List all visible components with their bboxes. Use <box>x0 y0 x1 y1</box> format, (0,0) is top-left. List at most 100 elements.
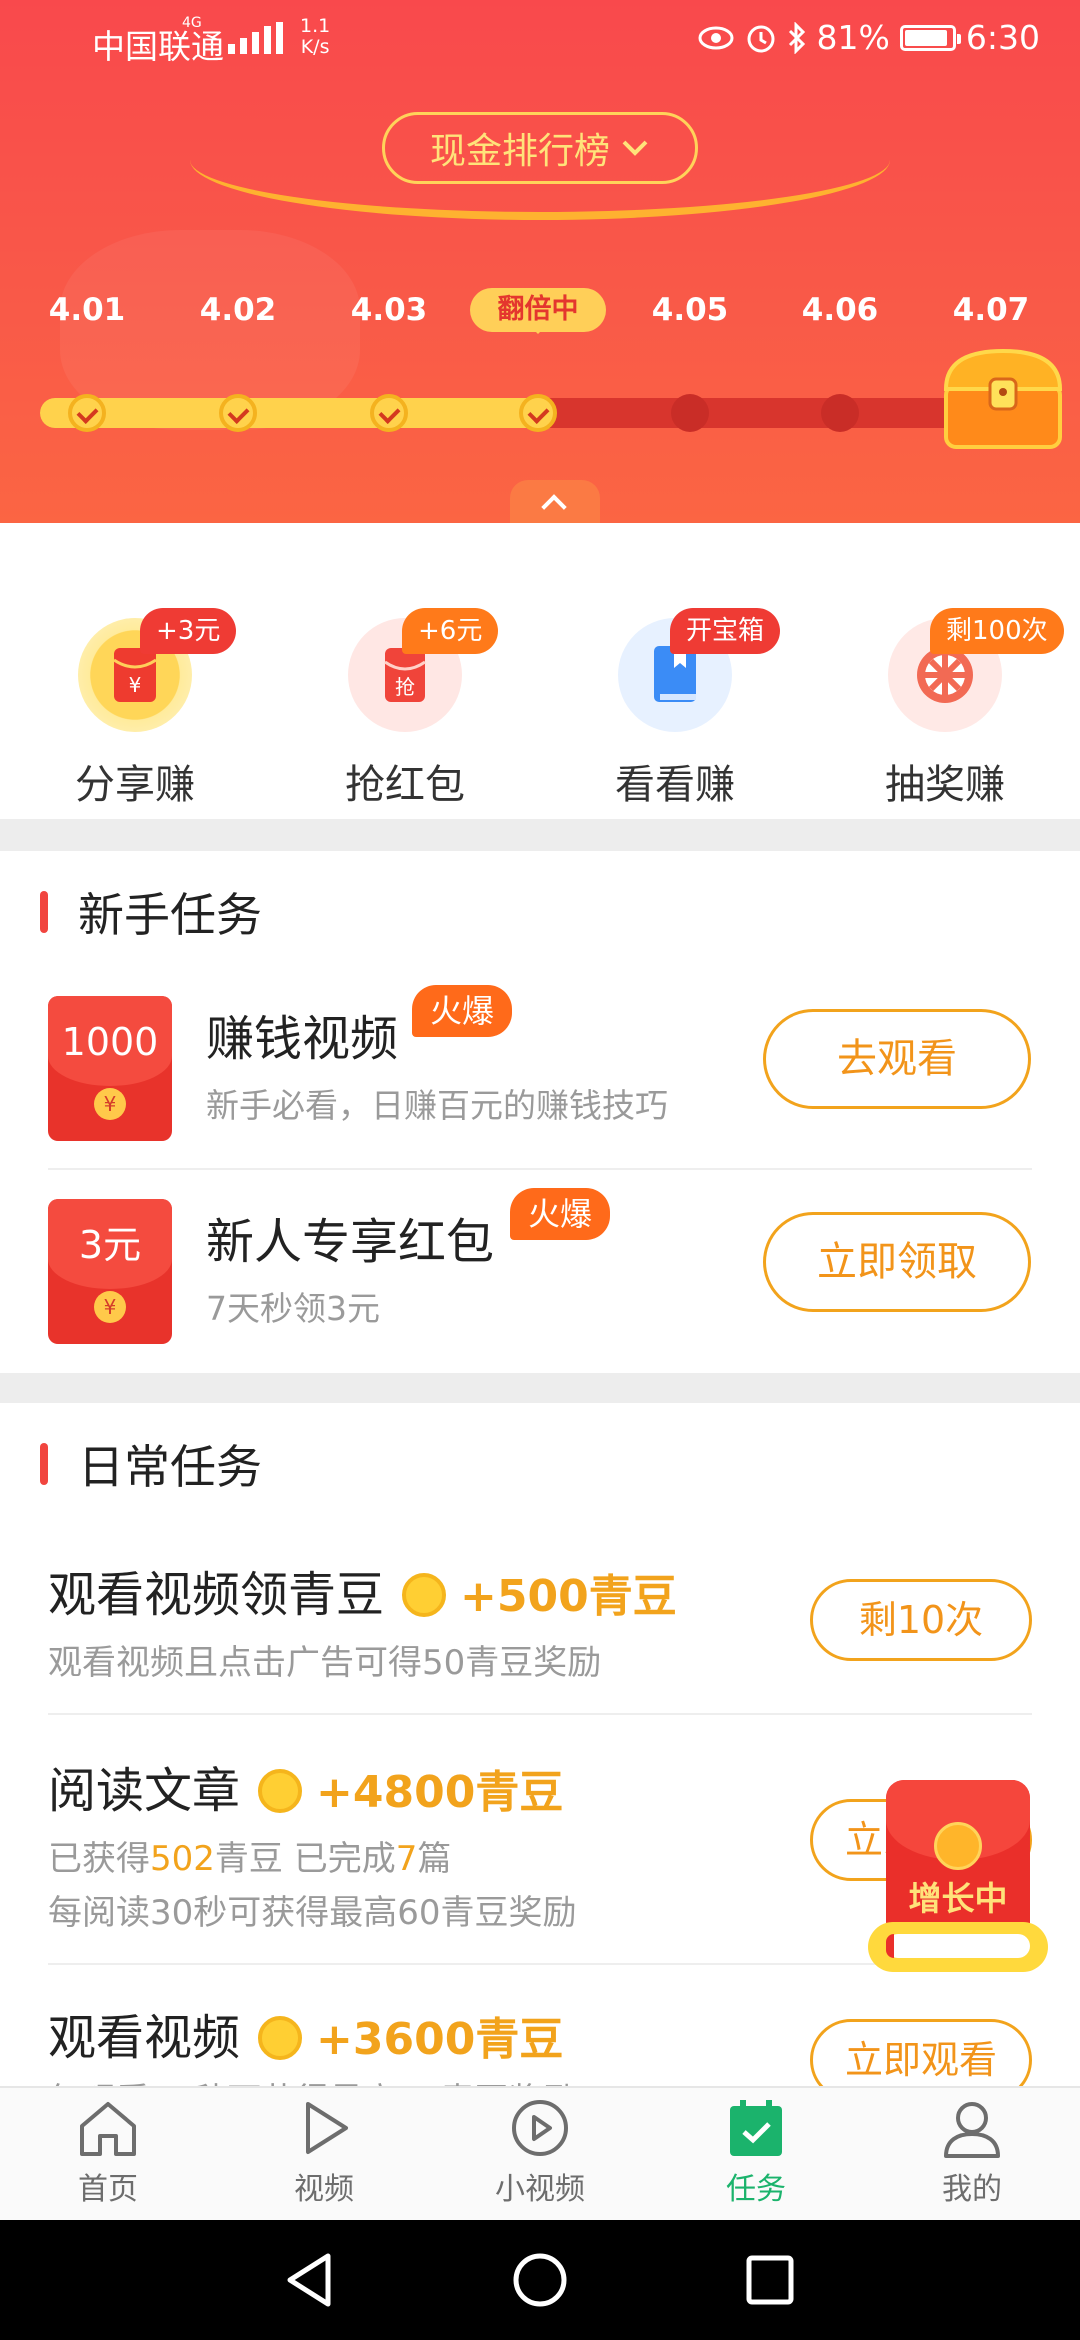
hot-tag: 火爆 <box>412 985 513 1037</box>
alarm-icon <box>747 25 775 52</box>
play-icon <box>306 2102 348 2154</box>
task-subtitle: 新手必看，日赚百元的赚钱技巧 <box>206 1086 668 1125</box>
system-navigation-bar <box>0 2220 1080 2340</box>
progress-node-done <box>519 394 557 432</box>
tab-label: 我的 <box>942 2172 1002 2207</box>
tab-home[interactable]: 首页 <box>0 2098 216 2208</box>
home-icon <box>80 2102 136 2156</box>
progress-node-done <box>68 394 106 432</box>
cash-ranking-label: 现金排行榜 <box>429 131 610 172</box>
divider <box>48 1168 1032 1170</box>
svg-text:抢: 抢 <box>395 675 415 699</box>
back-icon[interactable] <box>284 2252 334 2308</box>
speed-value: 1.1 <box>300 15 331 37</box>
tab-tasks[interactable]: 任务 <box>648 2098 864 2208</box>
battery-icon <box>899 24 961 51</box>
thumbnail-text: 3元 <box>48 1199 172 1289</box>
quick-action-label: 抽奖赚 <box>885 762 1005 808</box>
progress-dates: 4.01 4.02 4.03 翻倍中 4.05 4.06 4.07 <box>0 288 1080 342</box>
quick-action-grab-red-packet[interactable]: 抢 抢红包 +6元 <box>290 568 520 810</box>
quick-action-label: 分享赚 <box>75 762 195 808</box>
tab-label: 小视频 <box>495 2172 585 2207</box>
recents-square-icon[interactable] <box>745 2252 795 2308</box>
daily-tasks-section: 日常任务 观看视频领青豆 +500青豆 观看视频且点击广告可得50青豆奖励 剩10… <box>0 1403 1080 2086</box>
progress-fill <box>40 398 548 428</box>
task-row[interactable]: 1000 ¥ 赚钱视频 火爆 新手必看，日赚百元的赚钱技巧 去观看 <box>0 985 1080 1196</box>
progress-active-badge: 翻倍中 <box>470 288 606 334</box>
envelope-progress <box>868 1922 1048 1972</box>
reward-badge: 开宝箱 <box>670 608 781 654</box>
tab-profile[interactable]: 我的 <box>864 2098 1080 2208</box>
task-title-text: 观看视频领青豆 <box>48 1567 385 1623</box>
progress-node-pending <box>671 394 709 432</box>
watch-now-button[interactable]: 立即观看 <box>810 2019 1032 2086</box>
newbie-tasks-section: 新手任务 1000 ¥ 赚钱视频 火爆 新手必看，日赚百元的赚钱技巧 去观看 3… <box>0 851 1080 1373</box>
bluetooth-icon <box>788 21 805 54</box>
articles-completed: 7 <box>395 1839 418 1879</box>
clock: 6:30 <box>965 18 1040 57</box>
claim-button[interactable]: 立即领取 <box>763 1212 1031 1312</box>
watch-button[interactable]: 去观看 <box>763 1009 1031 1109</box>
progress-text: 篇 <box>417 1839 452 1879</box>
progress-date: 4.06 <box>801 292 879 328</box>
home-circle-icon[interactable] <box>512 2252 568 2308</box>
thumbnail-text: 1000 <box>48 996 172 1086</box>
profile-icon <box>944 2102 1000 2158</box>
quick-action-lottery[interactable]: 抽奖赚 剩100次 <box>830 568 1064 810</box>
bean-coin-icon <box>258 2016 303 2060</box>
quick-actions: ¥ 分享赚 +3元 抢 抢红包 +6元 看看赚 开宝箱 抽奖赚 剩100次 <box>0 523 1080 819</box>
beans-earned: 502 <box>150 1839 215 1879</box>
tab-label: 首页 <box>78 2172 138 2207</box>
hot-tag: 火爆 <box>510 1188 611 1240</box>
section-title: 日常任务 <box>40 1431 262 1497</box>
network-type: 4G <box>182 15 202 31</box>
progress-text: 已获得 <box>48 1839 150 1879</box>
yen-coin-icon: ¥ <box>94 1291 126 1323</box>
svg-text:¥: ¥ <box>129 673 142 697</box>
task-subtitle: 7天秒领3元 <box>206 1289 380 1328</box>
tab-label: 任务 <box>726 2172 786 2207</box>
task-title: 赚钱视频 <box>206 1011 399 1067</box>
task-title-text: 观看视频 <box>48 2010 241 2066</box>
envelope-label: 增长中 <box>908 1879 1008 1918</box>
bean-coin-icon <box>258 1769 303 1813</box>
task-calendar-icon <box>730 2100 782 2156</box>
tab-video[interactable]: 视频 <box>216 2098 432 2208</box>
tab-label: 视频 <box>294 2172 354 2207</box>
progress-date: 4.03 <box>350 292 428 328</box>
bean-reward: +4800青豆 <box>316 1767 564 1818</box>
divider <box>48 1713 1032 1715</box>
reward-badge: +6元 <box>402 608 499 654</box>
progress-node-done <box>370 394 408 432</box>
task-title: 阅读文章 +4800青豆 <box>48 1751 563 1821</box>
section-title: 新手任务 <box>40 879 262 945</box>
network-speed: 1.1 K/s <box>300 16 330 58</box>
envelope-coin-icon <box>934 1822 982 1870</box>
progress-date: 4.05 <box>651 292 729 328</box>
small-video-icon <box>512 2100 568 2156</box>
progress-date: 4.02 <box>199 292 277 328</box>
floating-red-envelope[interactable]: 增长中 <box>868 1780 1048 1980</box>
progress-date: 4.01 <box>48 292 126 328</box>
quick-action-share[interactable]: ¥ 分享赚 +3元 <box>20 568 250 810</box>
progress-text: 青豆 已完成 <box>214 1839 396 1879</box>
task-title: 观看视频领青豆 +500青豆 <box>48 1555 677 1625</box>
reward-badge: +3元 <box>140 608 237 654</box>
progress-node-done <box>219 394 257 432</box>
bean-coin-icon <box>402 1573 447 1617</box>
quick-action-label: 抢红包 <box>345 762 465 808</box>
cash-ranking-button[interactable]: 现金排行榜 <box>382 112 698 184</box>
bean-reward: +3600青豆 <box>316 2014 564 2065</box>
collapse-header-button[interactable] <box>510 480 600 523</box>
task-progress: 已获得502青豆 已完成7篇 <box>48 1831 451 1880</box>
task-row[interactable]: 3元 ¥ 新人专享红包 火爆 7天秒领3元 立即领取 <box>0 1188 1080 1399</box>
chevron-down-icon <box>622 140 648 156</box>
remaining-count-button[interactable]: 剩10次 <box>810 1579 1032 1661</box>
task-thumbnail: 1000 ¥ <box>48 996 172 1141</box>
tab-small-video[interactable]: 小视频 <box>432 2098 648 2208</box>
signal-icon <box>228 22 283 54</box>
task-subtitle: 每阅读30秒可获得最高60青豆奖励 <box>48 1893 577 1933</box>
battery-percent: 81% <box>816 18 890 57</box>
quick-action-read-earn[interactable]: 看看赚 开宝箱 <box>560 568 790 810</box>
treasure-chest-icon[interactable] <box>940 345 1066 450</box>
